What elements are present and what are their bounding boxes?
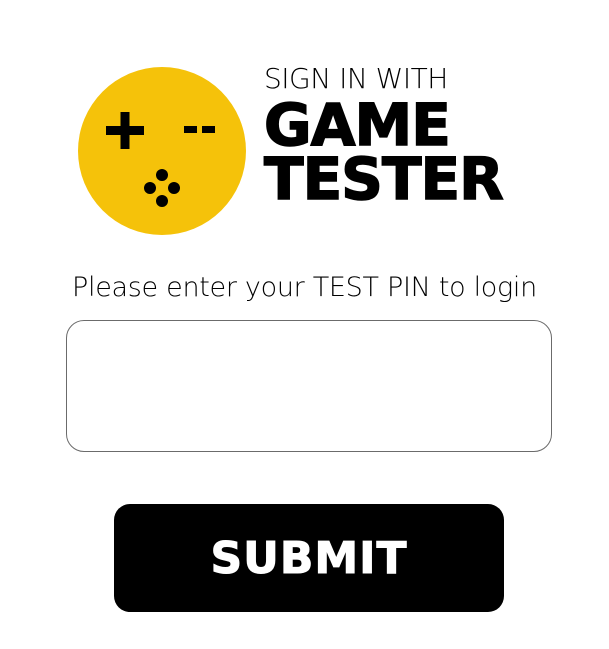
logo-dot-top xyxy=(156,169,168,181)
pin-prompt-label: Please enter your TEST PIN to login xyxy=(72,272,537,303)
brand-title-line1: GAME xyxy=(263,91,451,159)
logo-dot-left xyxy=(144,182,156,194)
test-pin-input[interactable] xyxy=(66,320,552,452)
logo-dot-bottom xyxy=(156,195,168,207)
logo-dpad-vertical xyxy=(120,112,130,149)
brand-heading: SIGN IN WITH GAME TESTER xyxy=(263,60,564,213)
submit-button[interactable]: SUBMIT xyxy=(114,504,504,612)
game-tester-logo-icon xyxy=(78,67,246,235)
logo-dash-right xyxy=(202,126,215,133)
brand-title-line2: TESTER xyxy=(263,145,504,213)
logo-dash-left xyxy=(184,126,197,133)
logo-circle xyxy=(78,67,246,235)
logo-dot-right xyxy=(168,182,180,194)
